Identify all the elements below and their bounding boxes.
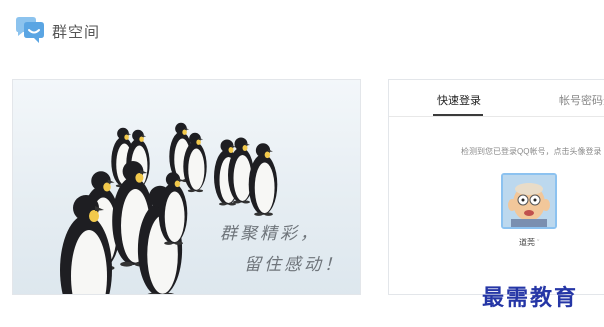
chevron-down-icon: ˇ — [537, 240, 540, 247]
header: 群空间 — [14, 14, 100, 48]
chat-bubble-icon — [14, 16, 46, 46]
tab-password-login[interactable]: 帐号密码登 — [559, 92, 604, 108]
tab-quick-login[interactable]: 快速登录 — [437, 92, 481, 108]
avatar[interactable] — [501, 173, 557, 229]
slogan-line-1: 群聚精彩， — [220, 224, 320, 244]
avatar-username[interactable]: 道莞 ˇ — [519, 237, 539, 248]
active-tab-indicator — [433, 114, 483, 116]
banner-image: 群聚精彩， 留住感动！ — [12, 79, 361, 295]
login-tabs: 快速登录 帐号密码登 — [389, 80, 604, 117]
brand-name: 群空间 — [52, 23, 101, 41]
avatar-name-text: 道莞 — [519, 238, 535, 247]
login-panel: 快速登录 帐号密码登 检测到您已登录QQ帐号，点击头像登录 道莞ˇ 注册 — [388, 79, 604, 295]
watermark-text: 最需教育 — [482, 285, 579, 311]
login-hint: 检测到您已登录QQ帐号，点击头像登录 — [461, 147, 602, 156]
slogan-line-2: 留住感动！ — [244, 255, 344, 275]
